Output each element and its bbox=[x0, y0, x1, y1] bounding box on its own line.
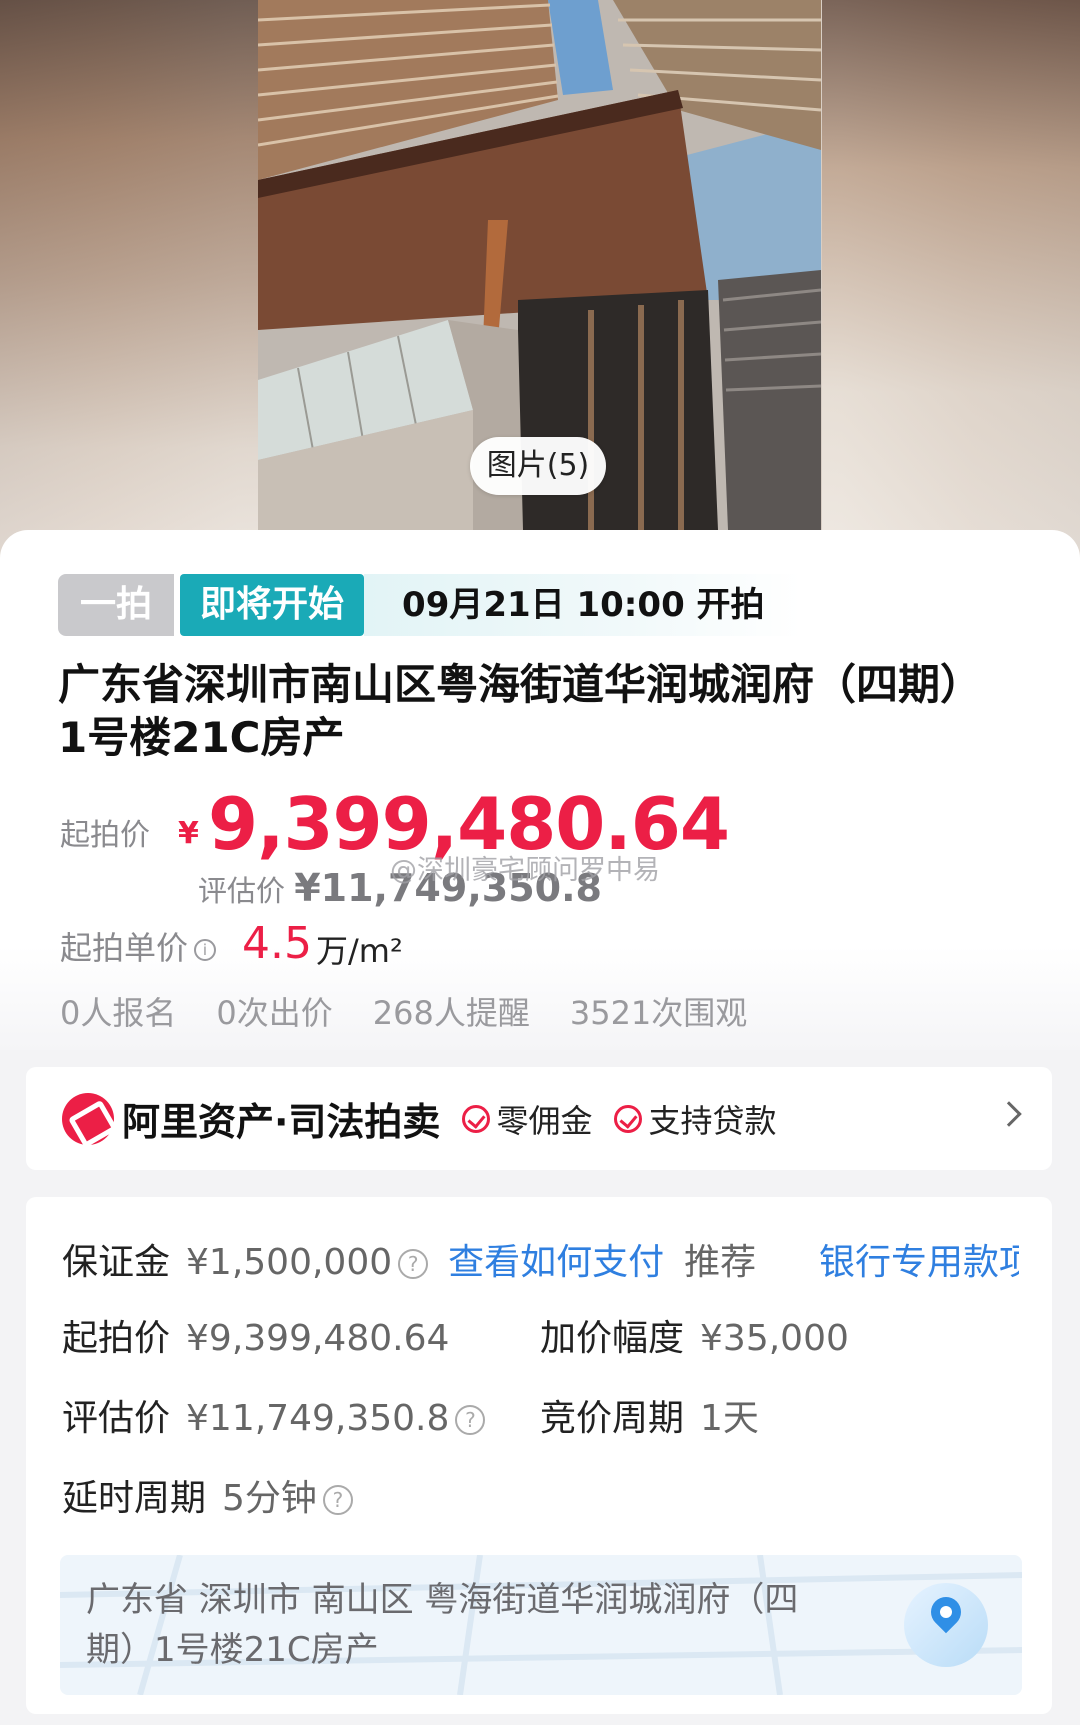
start-price-label: 起拍价 bbox=[60, 818, 150, 853]
cycle-row: 竞价周期 1天 bbox=[540, 1389, 759, 1439]
image-count-badge[interactable]: 图片(5) bbox=[470, 437, 606, 495]
eval-row: 评估价 ¥11,749,350.8? bbox=[62, 1389, 486, 1439]
how-to-pay-link[interactable]: 查看如何支付 bbox=[448, 1242, 664, 1283]
status-tag: 即将开始 bbox=[180, 574, 365, 636]
unit-price-row: 起拍单价 i bbox=[60, 923, 217, 969]
stat-views: 3521次围观 bbox=[569, 994, 748, 1032]
auction-detail-card: 保证金 ¥1,500,000? 查看如何支付 推荐 银行专用款项 起拍价 ¥9,399,… bbox=[26, 1197, 1052, 1714]
help-icon[interactable]: ? bbox=[398, 1249, 429, 1279]
cycle-label: 竞价周期 bbox=[540, 1398, 685, 1439]
platform-banner[interactable]: 阿里资产·司法拍卖 零佣金 支持贷款 bbox=[26, 1067, 1052, 1170]
increment-value: ¥35,000 bbox=[700, 1318, 849, 1359]
hero-blur-left bbox=[0, 0, 258, 560]
hero-blur-right bbox=[822, 0, 1080, 560]
property-title: 广东省深圳市南山区粤海街道华润城润府（四期）1号楼21C房产 bbox=[58, 660, 983, 762]
stat-reminders: 268人提醒 bbox=[372, 994, 530, 1032]
eval-label: 评估价 bbox=[198, 874, 286, 908]
ali-asset-logo-icon bbox=[62, 1092, 114, 1145]
status-row: 一拍 即将开始 09月21日 10:00 开拍 bbox=[58, 574, 801, 636]
info-icon[interactable]: i bbox=[194, 939, 217, 961]
hero-gallery[interactable]: 图片(5) bbox=[0, 0, 1080, 560]
unit-price: 4.5 bbox=[242, 918, 312, 969]
location-pin-icon[interactable] bbox=[904, 1583, 988, 1667]
cycle-value: 1天 bbox=[700, 1398, 759, 1439]
unit-price-suffix: 万/m² bbox=[316, 932, 403, 970]
delay-value: 5分钟 bbox=[222, 1478, 317, 1519]
increment-label: 加价幅度 bbox=[540, 1318, 685, 1359]
watermark: @深圳豪宅顾问罗中易 bbox=[390, 855, 660, 886]
help-icon[interactable]: ? bbox=[455, 1405, 486, 1435]
detail-start-label: 起拍价 bbox=[62, 1318, 171, 1359]
start-price-row: 起拍价 ¥9,399,480.64 bbox=[62, 1309, 449, 1359]
stats-row: 0人报名 0次出价 268人提醒 3521次围观 bbox=[60, 988, 747, 1034]
currency-symbol: ¥ bbox=[178, 816, 199, 851]
address-text: 广东省 深圳市 南山区 粤海街道华润城润府（四期）1号楼21C房产 bbox=[86, 1580, 799, 1670]
chevron-right-icon[interactable] bbox=[996, 1101, 1022, 1127]
auction-detail-page: 图片(5) 一拍 即将开始 09月21日 10:00 开拍 广东省深圳市南山区粤… bbox=[0, 0, 1080, 1725]
deposit-value: ¥1,500,000 bbox=[186, 1242, 393, 1283]
unit-price-label: 起拍单价 bbox=[60, 929, 189, 967]
deposit-label: 保证金 bbox=[62, 1242, 171, 1283]
detail-eval-label: 评估价 bbox=[62, 1398, 171, 1439]
stat-bids: 0次出价 bbox=[216, 994, 333, 1032]
delay-row: 延时周期 5分钟? bbox=[62, 1469, 353, 1519]
bank-account-link[interactable]: 银行专用款项 bbox=[819, 1242, 1019, 1283]
check-circle-icon bbox=[614, 1104, 643, 1133]
start-time: 09月21日 10:00 开拍 bbox=[364, 574, 801, 636]
platform-brand: 阿里资产·司法拍卖 bbox=[122, 1100, 441, 1144]
help-icon[interactable]: ? bbox=[322, 1485, 353, 1515]
delay-label: 延时周期 bbox=[62, 1478, 207, 1519]
feature-loan-support: 支持贷款 bbox=[648, 1101, 777, 1140]
auction-info-card: 一拍 即将开始 09月21日 10:00 开拍 广东省深圳市南山区粤海街道华润城… bbox=[0, 530, 1080, 1050]
increment-row: 加价幅度 ¥35,000 bbox=[540, 1309, 849, 1359]
deposit-row: 保证金 ¥1,500,000? 查看如何支付 推荐 bbox=[62, 1233, 756, 1283]
stat-signups: 0人报名 bbox=[60, 994, 177, 1032]
recommend-label: 推荐 bbox=[684, 1242, 757, 1283]
bank-account-link-wrap[interactable]: 银行专用款项 bbox=[819, 1233, 1019, 1283]
feature-no-commission: 零佣金 bbox=[496, 1101, 593, 1140]
check-circle-icon bbox=[462, 1104, 491, 1133]
detail-start-value: ¥9,399,480.64 bbox=[186, 1318, 450, 1359]
detail-eval-value: ¥11,749,350.8 bbox=[186, 1398, 450, 1439]
address-map-card[interactable]: 广东省 深圳市 南山区 粤海街道华润城润府（四期）1号楼21C房产 bbox=[60, 1555, 1022, 1695]
round-tag: 一拍 bbox=[58, 574, 175, 636]
